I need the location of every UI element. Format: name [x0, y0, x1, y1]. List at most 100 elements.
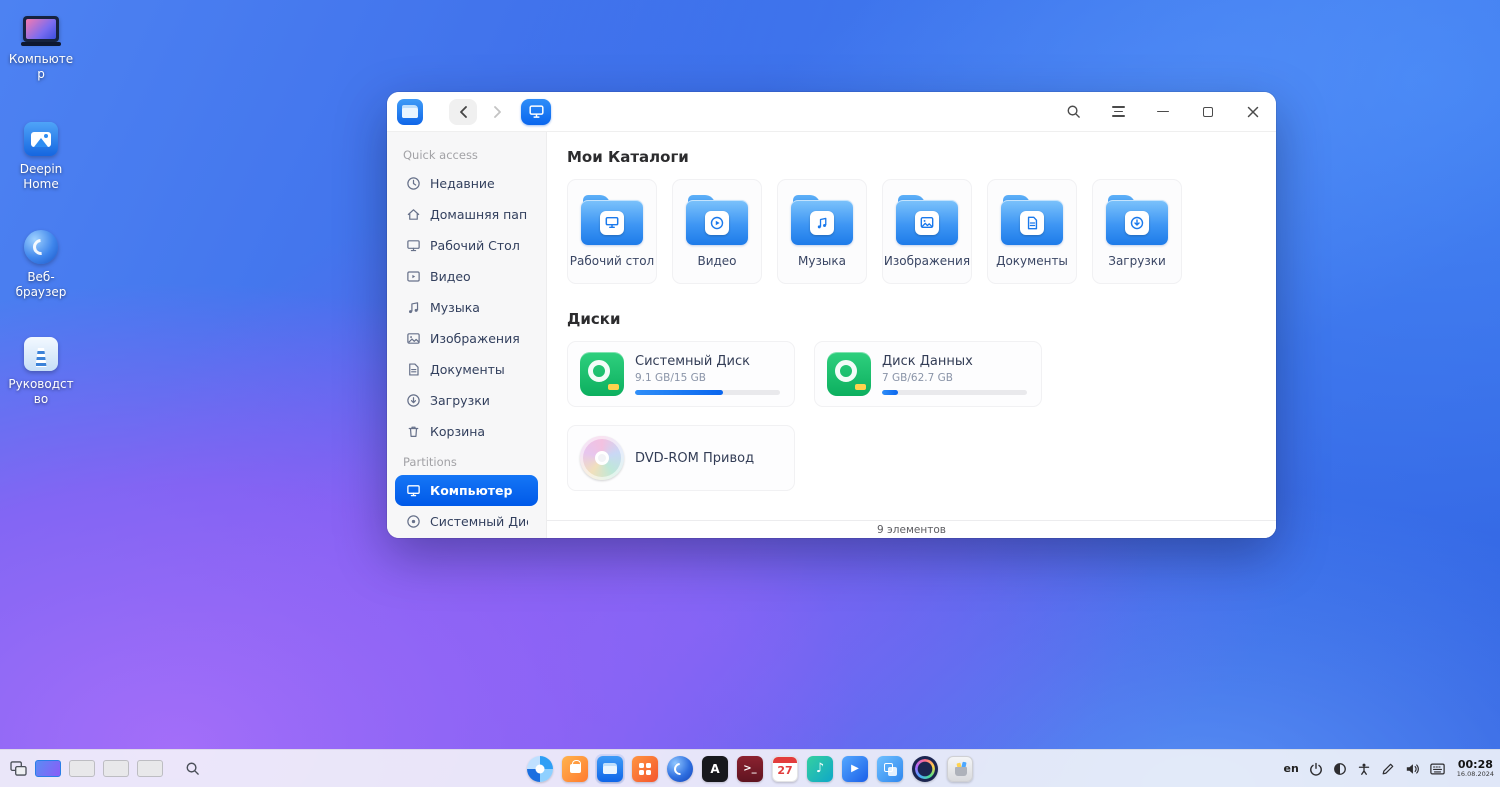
multitasking-view-icon[interactable] [10, 761, 27, 776]
desktop-icon-browser[interactable]: Веб-браузер [8, 230, 74, 300]
folder-item-downloads[interactable]: Загрузки [1092, 179, 1182, 284]
sidebar-item-label: Рабочий Стол [430, 238, 520, 253]
dock-search-icon[interactable] [185, 761, 200, 776]
folder-label: Изображения [884, 254, 970, 268]
folder-item-desktop[interactable]: Рабочий стол [567, 179, 657, 284]
dock-text-editor-icon[interactable]: A [700, 754, 730, 784]
download-icon [405, 393, 421, 409]
keyboard-layout-indicator[interactable]: en [1283, 762, 1298, 775]
sidebar-item-label: Видео [430, 269, 471, 284]
disk-item-data[interactable]: Диск Данных 7 GB/62.7 GB [814, 341, 1042, 407]
home-icon [405, 207, 421, 223]
sidebar-item-pictures[interactable]: Изображения [395, 323, 538, 354]
clock-widget[interactable]: 00:28 16.08.2024 [1457, 759, 1494, 778]
desktop-icon-manual[interactable]: Руководство [8, 337, 74, 407]
folder-item-music[interactable]: Музыка [777, 179, 867, 284]
menu-icon[interactable] [1109, 103, 1127, 121]
disk-name: DVD-ROM Привод [635, 451, 754, 466]
workspace-3-thumbnail[interactable] [103, 760, 129, 777]
disk-name: Диск Данных [882, 354, 1027, 369]
play-emblem-icon [705, 211, 729, 235]
browser-globe-icon [23, 230, 59, 264]
sidebar-item-label: Домашняя папка [430, 207, 528, 222]
deepin-home-icon [23, 122, 59, 156]
directories-grid: Рабочий стол Видео Музыка [567, 179, 1256, 284]
file-manager-app-icon [397, 99, 423, 125]
folder-icon [581, 195, 643, 245]
computer-view-button[interactable] [521, 99, 551, 125]
quick-access-header: Quick access [387, 144, 546, 168]
dock-launcher-icon[interactable] [525, 754, 555, 784]
maximize-button[interactable] [1199, 103, 1217, 121]
disk-name: Системный Диск [635, 354, 780, 369]
dock-control-center-icon[interactable] [910, 754, 940, 784]
dock-terminal-icon[interactable]: >_ [735, 754, 765, 784]
search-icon[interactable] [1064, 103, 1082, 121]
sidebar-item-desktop[interactable]: Рабочий Стол [395, 230, 538, 261]
hdd-icon [580, 352, 624, 396]
dvd-disc-icon [580, 436, 624, 480]
workspace-2-thumbnail[interactable] [69, 760, 95, 777]
disk-usage-bar [882, 390, 1027, 395]
power-icon[interactable] [1309, 762, 1323, 776]
sidebar-item-documents[interactable]: Документы [395, 354, 538, 385]
accessibility-icon[interactable] [1357, 762, 1371, 776]
folder-item-pictures[interactable]: Изображения [882, 179, 972, 284]
sidebar-item-label: Недавние [430, 176, 495, 191]
back-button[interactable] [449, 99, 477, 125]
sidebar-item-downloads[interactable]: Загрузки [395, 385, 538, 416]
forward-button[interactable] [483, 99, 511, 125]
sidebar: Quick access Недавние Домашняя папка Раб… [387, 132, 547, 538]
picture-emblem-icon [915, 211, 939, 235]
folder-label: Видео [697, 254, 736, 268]
manual-lighthouse-icon [23, 337, 59, 371]
dock-music-icon[interactable]: ♪ [805, 754, 835, 784]
close-button[interactable] [1244, 103, 1262, 121]
dock-software-center-icon[interactable] [630, 754, 660, 784]
disk-item-system[interactable]: Системный Диск 9.1 GB/15 GB [567, 341, 795, 407]
sidebar-item-label: Системный Диск [430, 514, 528, 529]
desktop-icon-computer[interactable]: Компьютер [8, 12, 74, 82]
folder-icon [1106, 195, 1168, 245]
desktop-icon-label: Deepin Home [8, 162, 74, 192]
desktop-icon-deepin-home[interactable]: Deepin Home [8, 122, 74, 192]
folder-label: Загрузки [1108, 254, 1166, 268]
dock-app-store-icon[interactable] [560, 754, 590, 784]
directories-section-title: Мои Каталоги [567, 148, 1256, 166]
folder-item-videos[interactable]: Видео [672, 179, 762, 284]
sidebar-item-recent[interactable]: Недавние [395, 168, 538, 199]
disk-item-dvd[interactable]: DVD-ROM Привод [567, 425, 795, 491]
pen-icon[interactable] [1381, 762, 1395, 776]
dock-screen-capture-icon[interactable] [875, 754, 905, 784]
file-manager-content: Мои Каталоги Рабочий стол Видео [547, 132, 1276, 538]
dock-video-player-icon[interactable]: ▶ [840, 754, 870, 784]
sidebar-item-computer[interactable]: Компьютер [395, 475, 538, 506]
document-icon [405, 362, 421, 378]
minimize-button[interactable] [1154, 103, 1172, 121]
sidebar-item-label: Музыка [430, 300, 480, 315]
monitor-emblem-icon [600, 211, 624, 235]
computer-icon [405, 483, 421, 499]
sidebar-item-system-disk[interactable]: Системный Диск [395, 506, 538, 537]
dock-calendar-icon[interactable]: 27 [770, 754, 800, 784]
sidebar-item-trash[interactable]: Корзина [395, 416, 538, 447]
folder-icon [896, 195, 958, 245]
folder-item-documents[interactable]: Документы [987, 179, 1077, 284]
sidebar-item-music[interactable]: Музыка [395, 292, 538, 323]
titlebar[interactable] [387, 92, 1276, 132]
dock-trash-icon[interactable] [945, 754, 975, 784]
workspace-1-thumbnail[interactable] [35, 760, 61, 777]
dock-browser-icon[interactable] [665, 754, 695, 784]
volume-icon[interactable] [1405, 762, 1420, 776]
folder-label: Документы [996, 254, 1068, 268]
workspace-4-thumbnail[interactable] [137, 760, 163, 777]
folder-label: Рабочий стол [570, 254, 654, 268]
night-mode-icon[interactable] [1333, 762, 1347, 776]
sidebar-item-home[interactable]: Домашняя папка [395, 199, 538, 230]
image-icon [405, 331, 421, 347]
onboard-keyboard-icon[interactable] [1430, 763, 1445, 775]
item-count: 9 элементов [877, 524, 946, 536]
dock-file-manager-icon[interactable] [595, 754, 625, 784]
sidebar-item-videos[interactable]: Видео [395, 261, 538, 292]
disk-usage: 7 GB/62.7 GB [882, 372, 1027, 384]
